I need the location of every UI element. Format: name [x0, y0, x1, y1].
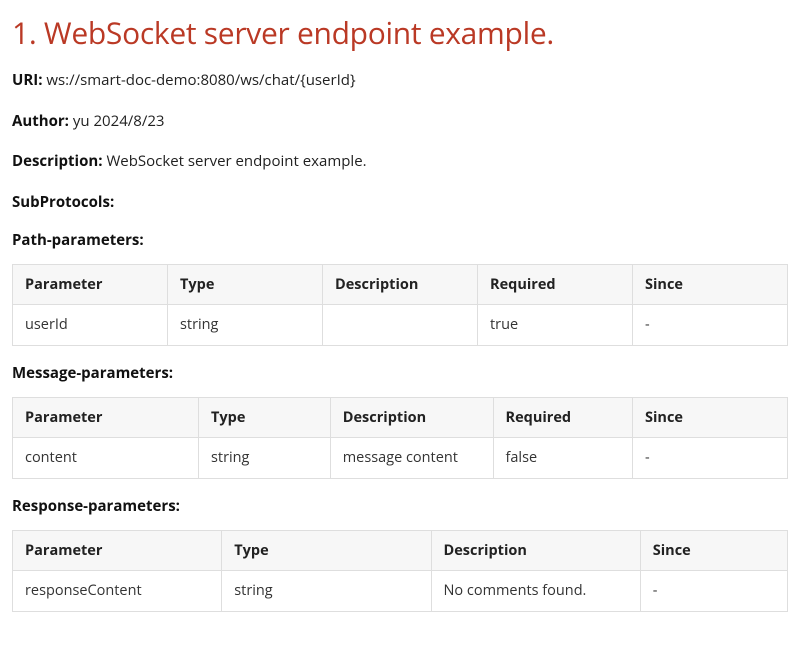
table-row: responseContent string No comments found… [13, 571, 788, 612]
col-required: Required [493, 397, 633, 438]
cell-required: false [493, 438, 633, 479]
uri-line: URI: ws://smart-doc-demo:8080/ws/chat/{u… [12, 69, 788, 92]
col-since: Since [633, 397, 788, 438]
subprotocols-heading: SubProtocols: [12, 191, 788, 214]
col-since: Since [640, 530, 787, 571]
uri-value: ws://smart-doc-demo:8080/ws/chat/{userId… [46, 70, 355, 90]
col-description: Description [330, 397, 493, 438]
col-description: Description [323, 264, 478, 305]
cell-parameter: responseContent [13, 571, 222, 612]
response-parameters-heading: Response-parameters: [12, 495, 788, 518]
cell-since: - [640, 571, 787, 612]
cell-description: No comments found. [431, 571, 640, 612]
col-type: Type [168, 264, 323, 305]
table-header-row: Parameter Type Description Required Sinc… [13, 397, 788, 438]
author-value: yu 2024/8/23 [73, 111, 165, 131]
response-parameters-table: Parameter Type Description Since respons… [12, 530, 788, 613]
cell-description [323, 305, 478, 346]
col-parameter: Parameter [13, 264, 168, 305]
cell-since: - [633, 438, 788, 479]
cell-parameter: userId [13, 305, 168, 346]
cell-description: message content [330, 438, 493, 479]
cell-required: true [478, 305, 633, 346]
message-parameters-table: Parameter Type Description Required Sinc… [12, 397, 788, 480]
col-required: Required [478, 264, 633, 305]
col-since: Since [633, 264, 788, 305]
col-type: Type [222, 530, 431, 571]
cell-type: string [199, 438, 331, 479]
cell-type: string [222, 571, 431, 612]
author-line: Author: yu 2024/8/23 [12, 110, 788, 133]
uri-label: URI: [12, 70, 42, 90]
page-title: 1. WebSocket server endpoint example. [12, 10, 788, 55]
path-parameters-heading: Path-parameters: [12, 229, 788, 252]
table-row: content string message content false - [13, 438, 788, 479]
description-line: Description: WebSocket server endpoint e… [12, 150, 788, 173]
table-header-row: Parameter Type Description Since [13, 530, 788, 571]
table-row: userId string true - [13, 305, 788, 346]
description-value: WebSocket server endpoint example. [106, 151, 366, 171]
col-type: Type [199, 397, 331, 438]
cell-parameter: content [13, 438, 199, 479]
cell-since: - [633, 305, 788, 346]
cell-type: string [168, 305, 323, 346]
col-description: Description [431, 530, 640, 571]
col-parameter: Parameter [13, 397, 199, 438]
author-label: Author: [12, 111, 69, 131]
col-parameter: Parameter [13, 530, 222, 571]
path-parameters-table: Parameter Type Description Required Sinc… [12, 264, 788, 347]
description-label: Description: [12, 151, 103, 171]
message-parameters-heading: Message-parameters: [12, 362, 788, 385]
table-header-row: Parameter Type Description Required Sinc… [13, 264, 788, 305]
